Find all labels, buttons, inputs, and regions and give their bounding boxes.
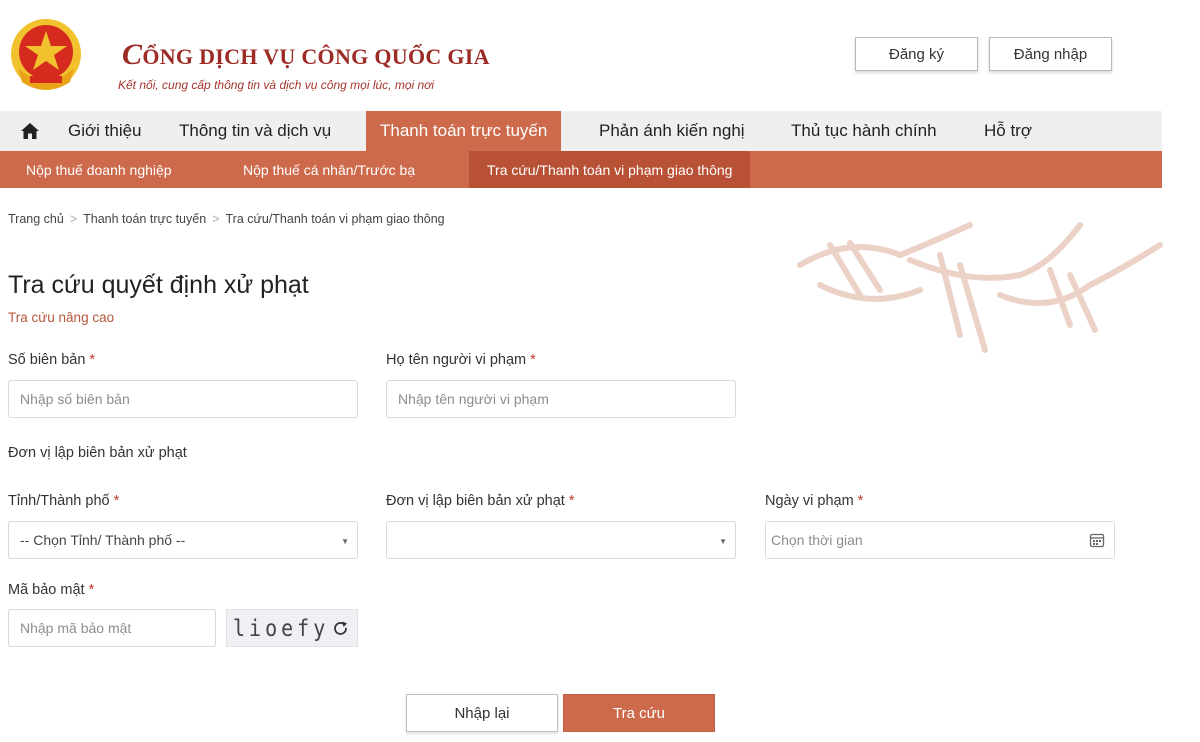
breadcrumb-current: Tra cứu/Thanh toán vi phạm giao thông: [225, 212, 445, 226]
chevron-down-icon: ▼: [341, 537, 349, 546]
violation-date-input[interactable]: Chọn thời gian: [765, 521, 1115, 559]
province-label-text: Tỉnh/Thành phố: [8, 493, 110, 509]
captcha-image: lioefy: [226, 609, 358, 647]
required-mark: *: [530, 352, 536, 368]
issuing-unit-label-text: Đơn vị lập biên bản xử phạt: [386, 493, 565, 509]
captcha-code: lioefy: [233, 614, 330, 642]
record-number-label: Số biên bản *: [8, 352, 95, 368]
violator-name-label: Họ tên người vi phạm *: [386, 352, 536, 368]
breadcrumb-home[interactable]: Trang chủ: [8, 212, 64, 226]
violation-date-placeholder: Chọn thời gian: [771, 532, 863, 548]
portal-title-rest: ỔNG DỊCH VỤ CÔNG QUỐC GIA: [142, 44, 490, 69]
nav-item-support[interactable]: Hỗ trợ: [984, 111, 1032, 151]
violation-date-label: Ngày vi phạm *: [765, 493, 863, 509]
issuing-unit-label: Đơn vị lập biên bản xử phạt *: [386, 493, 574, 509]
province-selected-value: -- Chọn Tỉnh/ Thành phố --: [20, 532, 186, 548]
captcha-label: Mã bảo mật *: [8, 582, 94, 598]
reset-button[interactable]: Nhập lại: [406, 694, 558, 732]
subnav-item-personal-tax[interactable]: Nộp thuế cá nhân/Trước bạ: [243, 151, 415, 188]
home-icon[interactable]: [20, 111, 40, 151]
province-select[interactable]: -- Chọn Tỉnh/ Thành phố -- ▼: [8, 521, 358, 559]
advanced-search-link[interactable]: Tra cứu nâng cao: [8, 310, 114, 325]
portal-slogan: Kết nối, cung cấp thông tin và dịch vụ c…: [118, 78, 435, 92]
required-mark: *: [857, 493, 864, 509]
violator-name-input[interactable]: Nhập tên người vi phạm: [386, 380, 736, 418]
site-header: CỔNG DỊCH VỤ CÔNG QUỐC GIA Kết nối, cung…: [0, 0, 1200, 110]
subnav-item-business-tax[interactable]: Nộp thuế doanh nghiệp: [26, 151, 172, 188]
required-mark: *: [88, 582, 95, 598]
record-number-label-text: Số biên bản: [8, 352, 86, 368]
province-label: Tỉnh/Thành phố *: [8, 493, 119, 509]
violation-date-label-text: Ngày vi phạm: [765, 493, 854, 509]
sub-nav: Nộp thuế doanh nghiệp Nộp thuế cá nhân/T…: [0, 151, 1162, 188]
captcha-label-text: Mã bảo mật: [8, 582, 85, 598]
nav-item-admin-procedures[interactable]: Thủ tục hành chính: [791, 111, 937, 151]
national-emblem-icon[interactable]: [8, 16, 84, 94]
login-button[interactable]: Đăng nhập: [989, 37, 1112, 71]
calendar-icon[interactable]: [1089, 532, 1105, 548]
violator-name-label-text: Họ tên người vi phạm: [386, 352, 527, 368]
required-mark: *: [89, 352, 96, 368]
chevron-down-icon: ▼: [719, 537, 727, 546]
nav-item-online-payment[interactable]: Thanh toán trực tuyến: [366, 111, 562, 151]
issuing-unit-section-label: Đơn vị lập biên bản xử phạt: [8, 445, 187, 461]
breadcrumb-online-payment[interactable]: Thanh toán trực tuyến: [83, 212, 206, 226]
record-number-input[interactable]: Nhập số biên bản: [8, 380, 358, 418]
breadcrumb-separator: >: [69, 212, 78, 226]
page-title: Tra cứu quyết định xử phạt: [8, 271, 309, 299]
captcha-input[interactable]: Nhập mã bảo mật: [8, 609, 216, 647]
required-mark: *: [113, 493, 120, 509]
register-button[interactable]: Đăng ký: [855, 37, 978, 71]
refresh-icon[interactable]: [332, 620, 349, 637]
breadcrumb-separator: >: [212, 212, 220, 226]
required-mark: *: [568, 493, 575, 509]
main-nav: Giới thiệu Thông tin và dịch vụ Thanh to…: [0, 111, 1162, 151]
breadcrumb: Trang chủ > Thanh toán trực tuyến > Tra cứu/…: [8, 212, 445, 226]
subnav-item-traffic-violation[interactable]: Tra cứu/Thanh toán vi phạm giao thông: [469, 151, 751, 188]
portal-title[interactable]: CỔNG DỊCH VỤ CÔNG QUỐC GIA: [122, 38, 490, 72]
portal-title-initial: C: [122, 38, 143, 71]
nav-item-intro[interactable]: Giới thiệu: [68, 111, 142, 151]
issuing-unit-select[interactable]: ▼: [386, 521, 736, 559]
search-button[interactable]: Tra cứu: [563, 694, 715, 732]
nav-item-info-services[interactable]: Thông tin và dịch vụ: [179, 111, 331, 151]
nav-item-feedback[interactable]: Phản ánh kiến nghị: [599, 111, 745, 151]
crane-decoration-icon: [797, 222, 1163, 353]
